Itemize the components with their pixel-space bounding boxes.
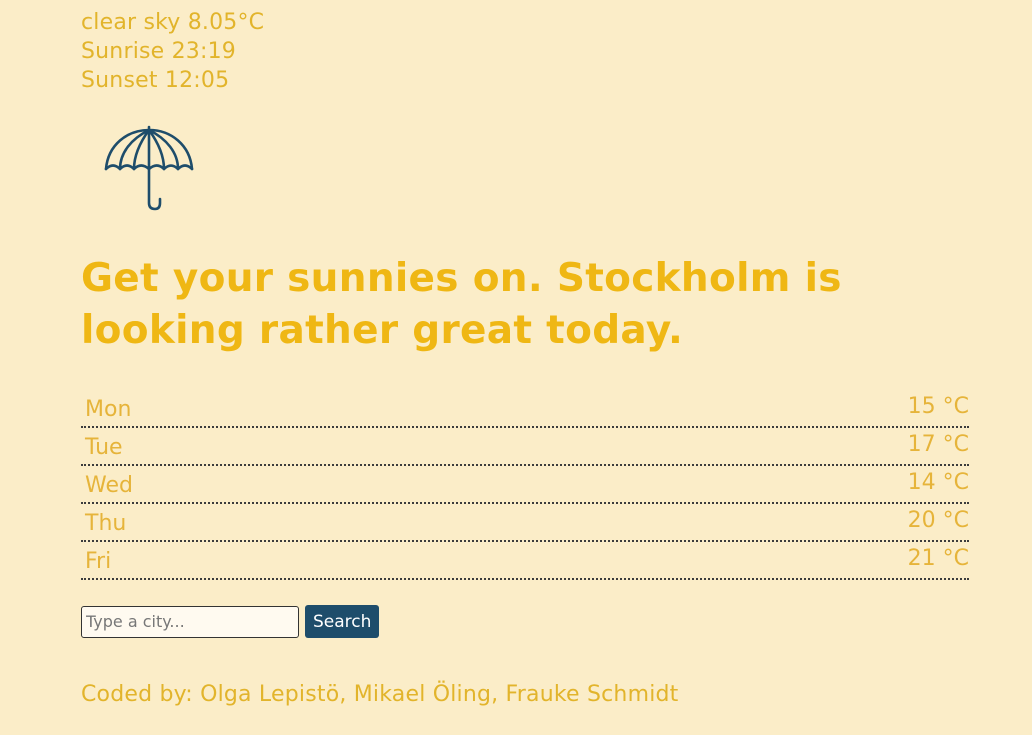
forecast-row: Thu 20 °C <box>81 504 969 542</box>
forecast-day: Wed <box>85 473 133 498</box>
page-headline: Get your sunnies on. Stockholm is lookin… <box>81 256 842 353</box>
forecast-temp: 21 °C <box>907 546 969 571</box>
search-button[interactable]: Search <box>305 605 380 638</box>
footer-credits: Coded by: Olga Lepistö, Mikael Öling, Fr… <box>81 682 679 707</box>
forecast-day: Tue <box>85 435 123 460</box>
umbrella-icon <box>103 125 195 211</box>
forecast-temp: 20 °C <box>907 508 969 533</box>
forecast-day: Thu <box>85 511 127 536</box>
forecast-temp: 14 °C <box>907 470 969 495</box>
sunrise-time: Sunrise 23:19 <box>81 39 236 64</box>
city-search-form: Search <box>81 605 969 638</box>
forecast-day: Fri <box>85 549 112 574</box>
city-search-input[interactable] <box>81 605 299 638</box>
forecast-temp: 15 °C <box>907 394 969 419</box>
sunset-time: Sunset 12:05 <box>81 68 230 93</box>
forecast-row: Tue 17 °C <box>81 428 969 466</box>
forecast-table: Mon 15 °C Tue 17 °C Wed 14 °C Thu 20 °C … <box>81 390 969 580</box>
forecast-day: Mon <box>85 397 132 422</box>
weather-summary: clear sky 8.05°C Sunrise 23:19 Sunset 12… <box>81 8 969 95</box>
forecast-temp: 17 °C <box>907 432 969 457</box>
weather-description: clear sky 8.05°C <box>81 10 265 35</box>
forecast-row: Mon 15 °C <box>81 390 969 428</box>
forecast-row: Fri 21 °C <box>81 542 969 580</box>
forecast-row: Wed 14 °C <box>81 466 969 504</box>
weather-app: clear sky 8.05°C Sunrise 23:19 Sunset 12… <box>81 8 969 638</box>
